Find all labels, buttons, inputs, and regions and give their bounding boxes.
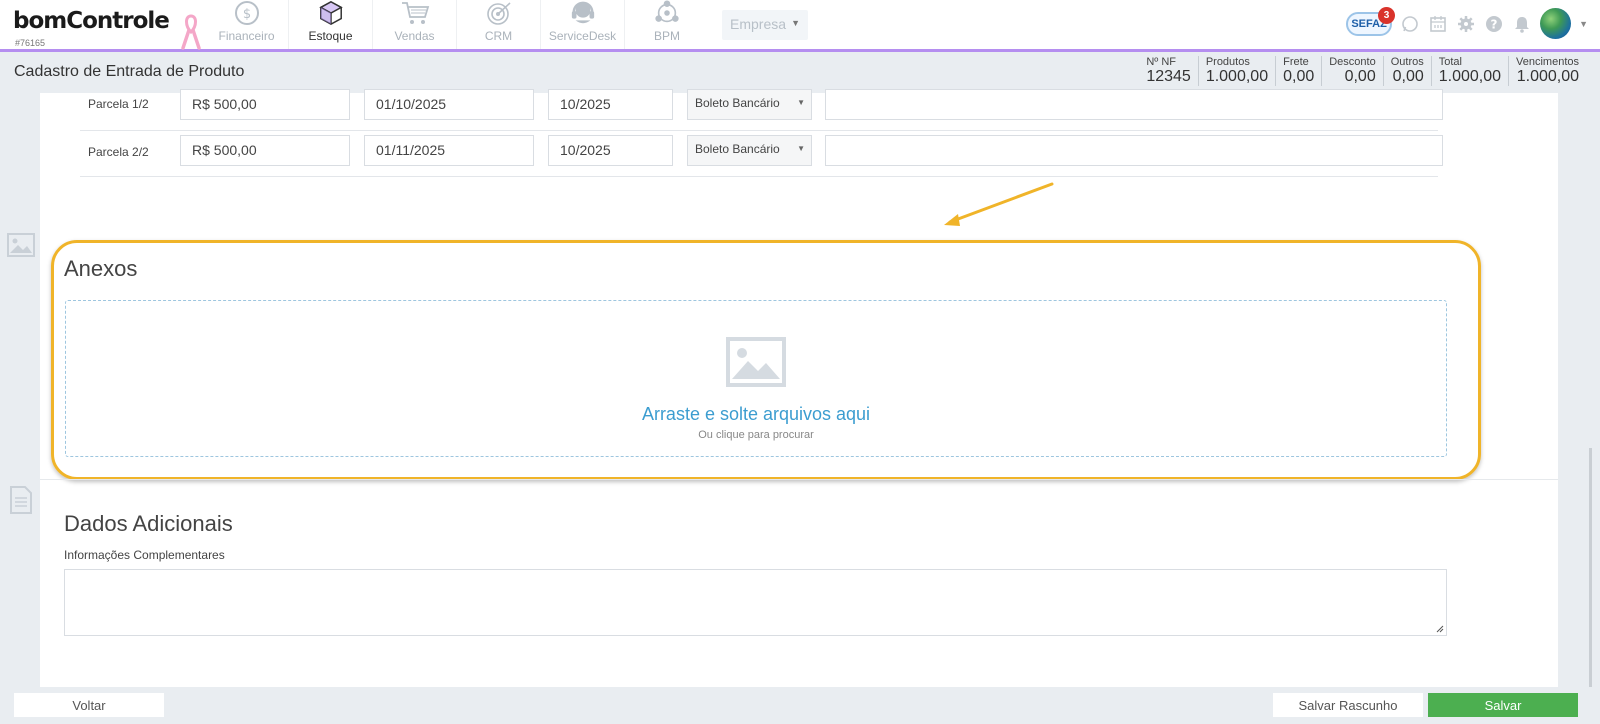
network-icon [655,0,679,23]
section-divider [40,479,1558,480]
footer-bar: Voltar Salvar Rascunho Salvar [0,687,1600,724]
summary-desconto: Desconto 0,00 [1321,56,1382,86]
parcela-competencia-input[interactable]: 10/2025 [548,135,673,166]
summary-label: Desconto [1329,56,1376,68]
select-value: Boleto Bancário [695,142,780,156]
save-button[interactable]: Salvar [1428,693,1578,717]
logo[interactable]: bomControle #76165 [13,8,170,48]
nav-label: CRM [484,29,513,43]
notification-badge: 3 [1378,6,1396,24]
bell-icon[interactable] [1512,14,1532,34]
document-icon [10,486,32,514]
summary-produtos: Produtos 1.000,00 [1197,56,1275,86]
nav-vendas[interactable]: Vendas [373,0,457,49]
parcela-obs-input[interactable] [825,89,1443,120]
chevron-down-icon: ▼ [797,98,805,107]
parcela-vencimento-input[interactable]: 01/11/2025 [364,135,534,166]
totals-summary: Nº NF 12345 Produtos 1.000,00 Frete 0,00 De… [1139,56,1586,86]
gear-icon[interactable] [1456,14,1476,34]
whatsapp-icon[interactable] [1400,14,1420,34]
summary-value: 12345 [1146,68,1191,85]
nav-financeiro[interactable]: $ Financeiro [205,0,289,49]
image-placeholder-icon [726,337,786,387]
nav-label: Vendas [394,29,435,43]
logo-text: bomControle [13,8,170,34]
page-title: Cadastro de Entrada de Produto [14,63,245,80]
summary-value: 1.000,00 [1438,68,1502,85]
cube-icon [318,1,343,25]
dropzone-title: Arraste e solte arquivos aqui [641,404,871,424]
back-button[interactable]: Voltar [14,693,164,717]
parcela-forma-select[interactable]: Boleto Bancário ▼ [687,89,812,120]
scrollbar-thumb[interactable] [1589,448,1592,687]
top-navbar: bomControle #76165 $ Financeiro Estoque … [0,0,1600,52]
info-complementares-label: Informações Complementares [64,548,225,562]
parcela-label: Parcela 1/2 [88,97,149,111]
cart-icon [401,2,429,24]
pink-ribbon-icon [181,14,201,50]
summary-outros: Outros 0,00 [1382,56,1431,86]
file-dropzone[interactable]: Arraste e solte arquivos aqui Ou clique … [65,300,1447,457]
headset-icon [571,1,594,24]
parcela-competencia-input[interactable]: 10/2025 [548,89,673,120]
summary-label: Outros [1390,56,1424,68]
resize-handle-icon[interactable] [1436,625,1444,633]
nav-estoque[interactable]: Estoque [289,0,373,49]
nav-label: BPM [653,29,680,43]
help-icon[interactable]: ? [1484,14,1504,34]
nav-label: ServiceDesk [548,29,617,43]
dados-section-title: Dados Adicionais [64,511,233,536]
calendar-icon[interactable] [1428,14,1448,34]
parcela-label: Parcela 2/2 [88,145,149,159]
parcela-obs-input[interactable] [825,135,1443,166]
svg-text:?: ? [1491,17,1498,31]
chevron-down-icon: ▼ [797,144,805,153]
table-row: Parcela 1/2 R$ 500,00 01/10/2025 10/2025… [80,85,1443,131]
summary-frete: Frete 0,00 [1275,56,1321,86]
summary-nf: Nº NF 12345 [1139,56,1198,86]
company-select-value: Empresa [730,16,787,32]
nav-label: Estoque [308,29,353,43]
summary-value: 0,00 [1392,68,1424,85]
summary-label: Nº NF [1146,56,1176,68]
image-icon [7,233,35,257]
sefaz-button[interactable]: SEFAZ 3 [1346,6,1396,36]
target-icon [486,2,511,25]
summary-label: Total [1438,56,1462,68]
summary-value: 1.000,00 [1516,68,1579,85]
nav-bpm[interactable]: BPM [625,0,709,49]
nav-servicedesk[interactable]: ServiceDesk [541,0,625,49]
summary-label: Produtos [1205,56,1250,68]
summary-value: 0,00 [1344,68,1376,85]
dollar-circle-icon: $ [234,1,259,25]
summary-value: 1.000,00 [1205,68,1269,85]
save-draft-button[interactable]: Salvar Rascunho [1273,693,1423,717]
top-right-icons: SEFAZ 3 ? ▼ [1346,6,1588,39]
summary-vencimentos: Vencimentos 1.000,00 [1508,56,1586,86]
parcela-vencimento-input[interactable]: 01/10/2025 [364,89,534,120]
summary-total: Total 1.000,00 [1430,56,1508,86]
summary-label: Vencimentos [1516,56,1579,68]
annotation-arrow-icon [944,182,1054,226]
company-select[interactable]: Empresa ▼ [722,10,808,40]
nav-crm[interactable]: CRM [457,0,541,49]
dropzone-subtitle: Ou clique para procurar [698,429,814,441]
avatar[interactable] [1540,8,1572,39]
svg-text:$: $ [242,7,250,22]
parcela-valor-input[interactable]: R$ 500,00 [180,135,350,166]
nav-label: Financeiro [218,29,275,43]
info-complementares-textarea[interactable] [64,569,1447,636]
summary-label: Frete [1283,56,1309,68]
select-value: Boleto Bancário [695,96,780,110]
table-row: Parcela 2/2 R$ 500,00 01/11/2025 10/2025… [80,131,1443,177]
summary-value: 0,00 [1283,68,1315,85]
chevron-down-icon[interactable]: ▼ [1579,19,1588,29]
parcela-valor-input[interactable]: R$ 500,00 [180,89,350,120]
main-nav: $ Financeiro Estoque Vendas CRM ServiceD… [205,0,709,49]
chevron-down-icon: ▼ [791,18,800,28]
main-content: Parcela 1/2 R$ 500,00 01/10/2025 10/2025… [40,89,1558,687]
parcela-forma-select[interactable]: Boleto Bancário ▼ [687,135,812,166]
account-id: #76165 [15,38,46,48]
anexos-section-title: Anexos [64,256,138,281]
